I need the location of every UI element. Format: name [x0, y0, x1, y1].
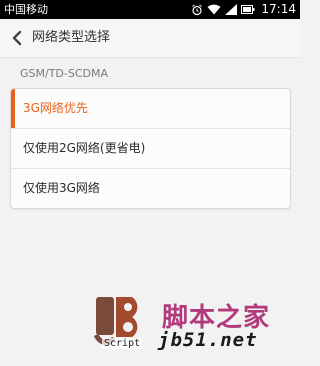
status-icons: 17:14 — [191, 0, 296, 19]
option-label: 仅使用3G网络 — [23, 181, 100, 195]
option-label: 仅使用2G网络(更省电) — [23, 141, 146, 155]
battery-icon — [241, 5, 255, 14]
option-label: 3G网络优先 — [23, 101, 88, 115]
section-header: GSM/TD-SCDMA — [20, 67, 109, 80]
signal-icon — [225, 4, 238, 15]
option-2g-only[interactable]: 仅使用2G网络(更省电) — [11, 129, 290, 168]
status-time: 17:14 — [261, 2, 296, 16]
page-title: 网络类型选择 — [32, 30, 111, 45]
wifi-icon — [207, 4, 221, 15]
chevron-left-icon[interactable] — [8, 29, 26, 47]
watermark: Script 脚本之家 jb51.net — [92, 293, 297, 363]
title-bar: 网络类型选择 — [0, 19, 300, 58]
option-3g-preferred[interactable]: 3G网络优先 — [11, 89, 290, 128]
alarm-icon — [192, 4, 203, 15]
network-type-options: 3G网络优先 仅使用2G网络(更省电) 仅使用3G网络 — [10, 88, 291, 209]
selected-indicator — [11, 89, 15, 128]
carrier-name: 中国移动 — [4, 3, 48, 16]
status-bar: 中国移动 17:14 — [0, 0, 300, 19]
option-3g-only[interactable]: 仅使用3G网络 — [11, 169, 290, 208]
watermark-script-label: Script — [102, 338, 143, 349]
watermark-url: jb51.net — [158, 329, 258, 351]
